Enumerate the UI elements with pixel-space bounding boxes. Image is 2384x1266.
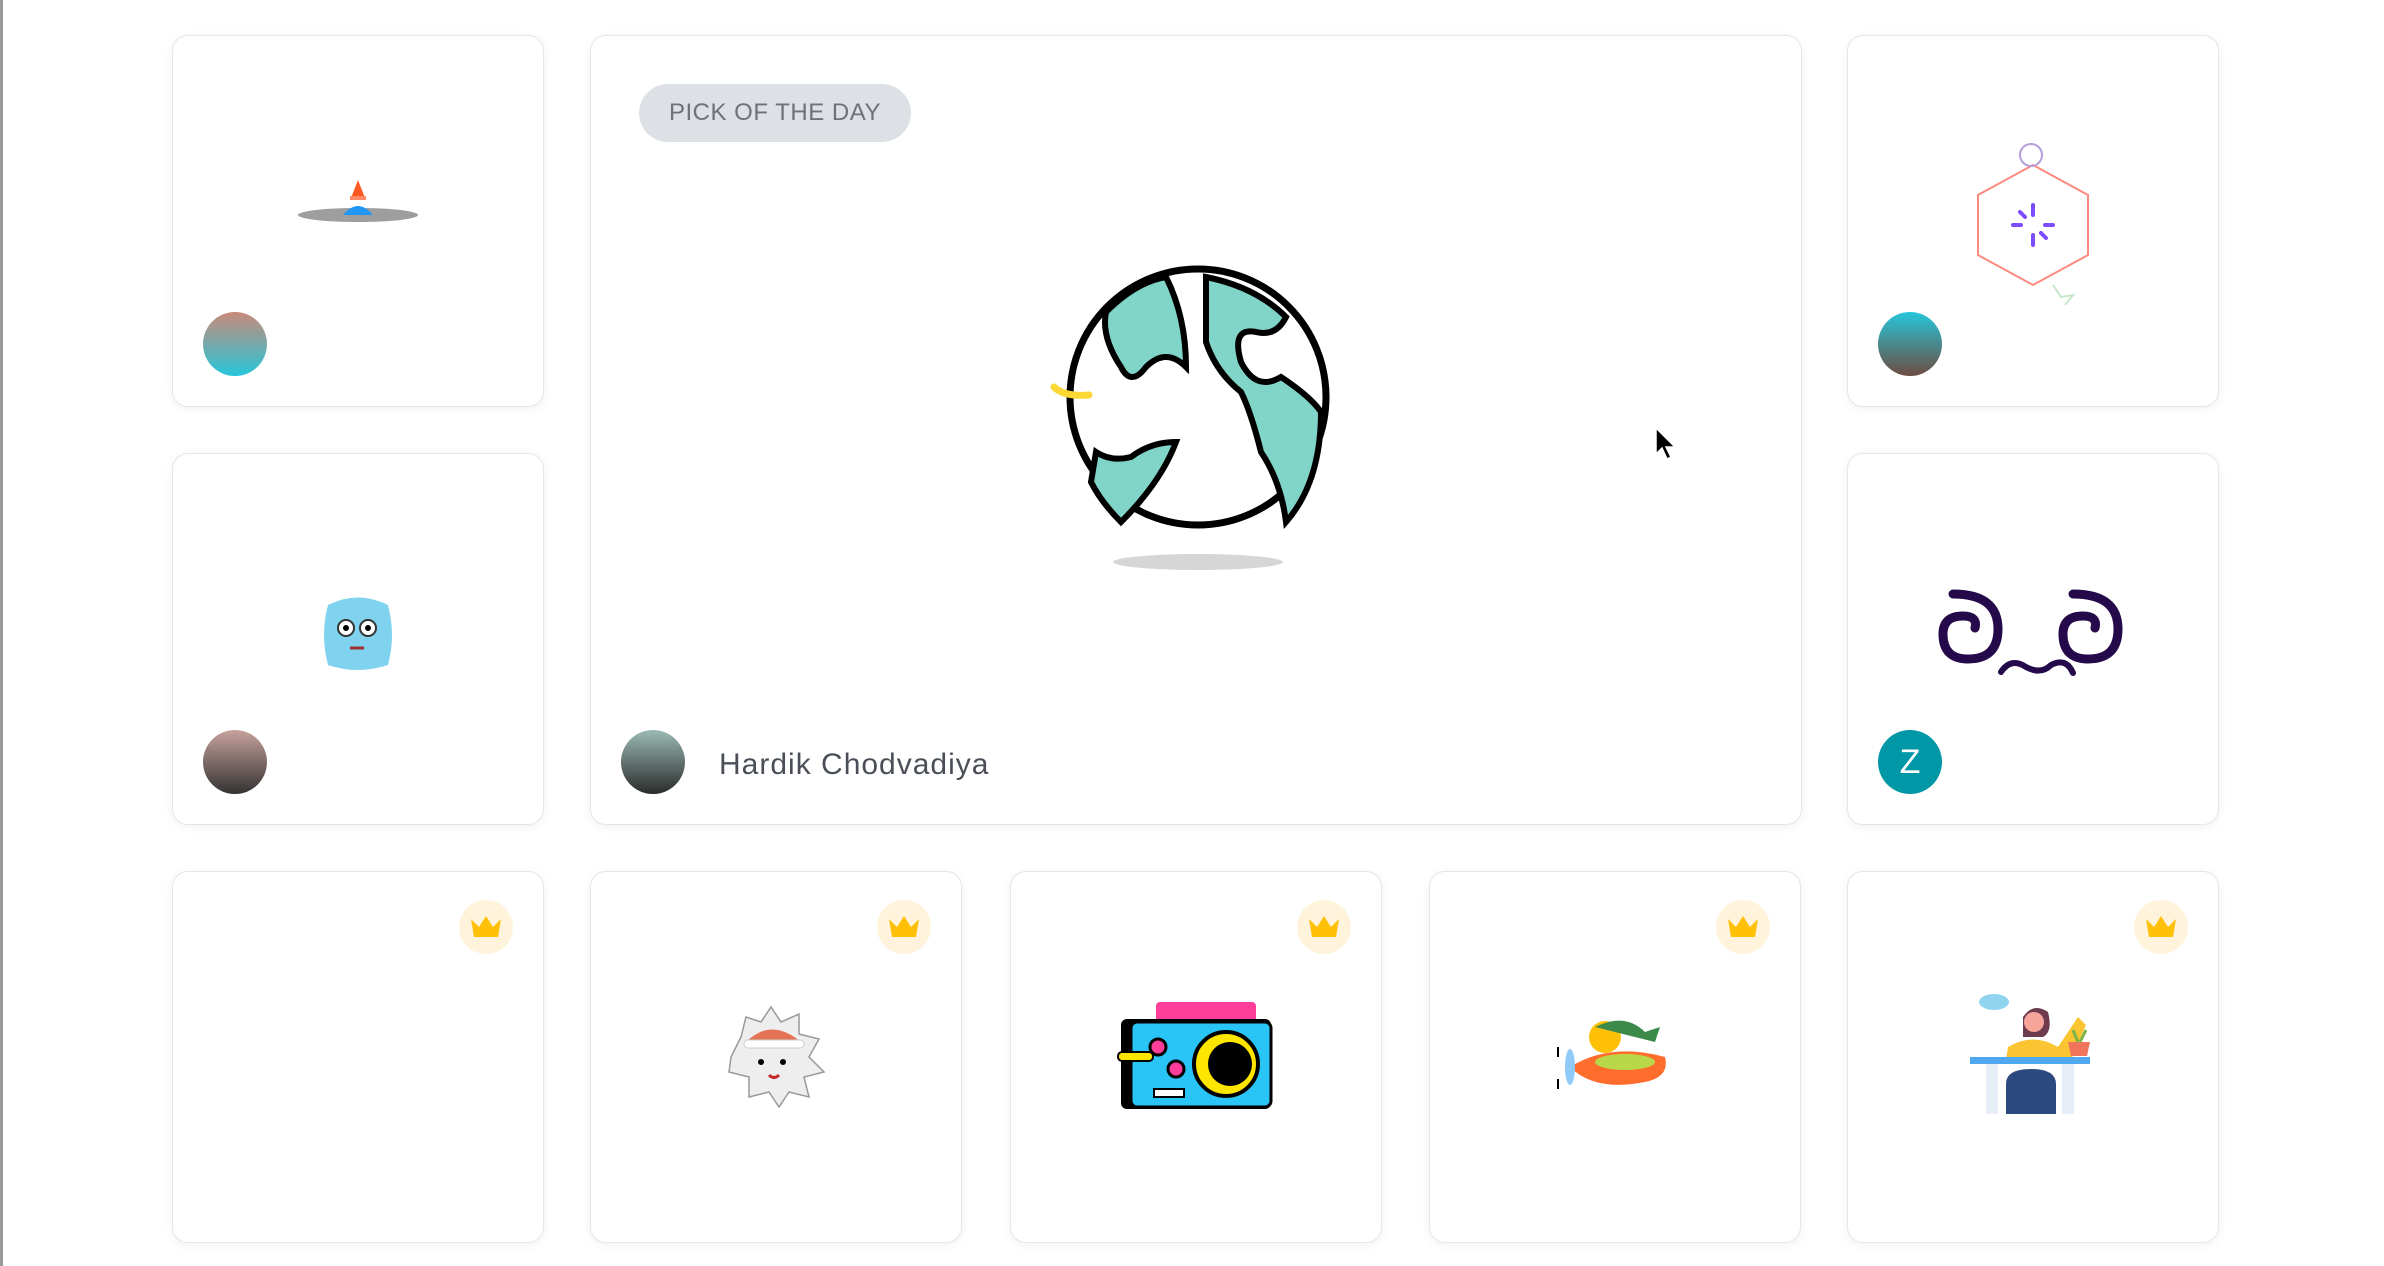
avatar[interactable] <box>203 730 267 794</box>
globe-illustration <box>1050 265 1330 571</box>
bird-airplane-illustration <box>1557 1020 1666 1089</box>
avatar[interactable] <box>203 312 267 376</box>
cube-face-illustration <box>324 597 392 671</box>
avatar[interactable] <box>1878 312 1942 376</box>
crown-icon <box>471 916 501 937</box>
author-name[interactable]: Hardik Chodvadiya <box>719 748 989 782</box>
illustration-card[interactable]: Z <box>1847 453 2219 825</box>
illustration-card[interactable] <box>1847 35 2219 407</box>
premium-badge <box>1716 900 1770 954</box>
crown-icon <box>889 916 919 937</box>
author-avatar[interactable] <box>621 730 685 794</box>
avatar-initial[interactable]: Z <box>1878 730 1942 794</box>
illustration-card[interactable] <box>172 453 544 825</box>
premium-illustration-card[interactable] <box>590 871 962 1243</box>
premium-illustration-card[interactable] <box>1010 871 1382 1243</box>
woman-at-desk-illustration <box>1970 994 2090 1114</box>
pick-of-the-day-card[interactable]: PICK OF THE DAY Hardik Chodvadiya <box>590 35 1802 825</box>
hedgehog-illustration <box>728 1005 826 1109</box>
premium-illustration-card[interactable] <box>172 871 544 1243</box>
premium-badge <box>2134 900 2188 954</box>
camera-illustration <box>1117 1002 1273 1109</box>
crown-icon <box>1309 916 1339 937</box>
dizzy-eyes-illustration <box>1938 589 2123 676</box>
crown-icon <box>2146 916 2176 937</box>
window-edge <box>0 0 3 1266</box>
premium-badge <box>1297 900 1351 954</box>
premium-illustration-card[interactable] <box>1847 871 2219 1243</box>
premium-badge <box>459 900 513 954</box>
traffic-cone-illustration <box>298 179 418 222</box>
crown-icon <box>1728 916 1758 937</box>
illustration-card[interactable] <box>172 35 544 407</box>
mouse-cursor-icon <box>1655 426 1677 461</box>
premium-badge <box>877 900 931 954</box>
hexagon-sparkle-illustration <box>1977 142 2089 306</box>
premium-illustration-card[interactable] <box>1429 871 1801 1243</box>
pick-of-the-day-badge: PICK OF THE DAY <box>639 84 911 142</box>
